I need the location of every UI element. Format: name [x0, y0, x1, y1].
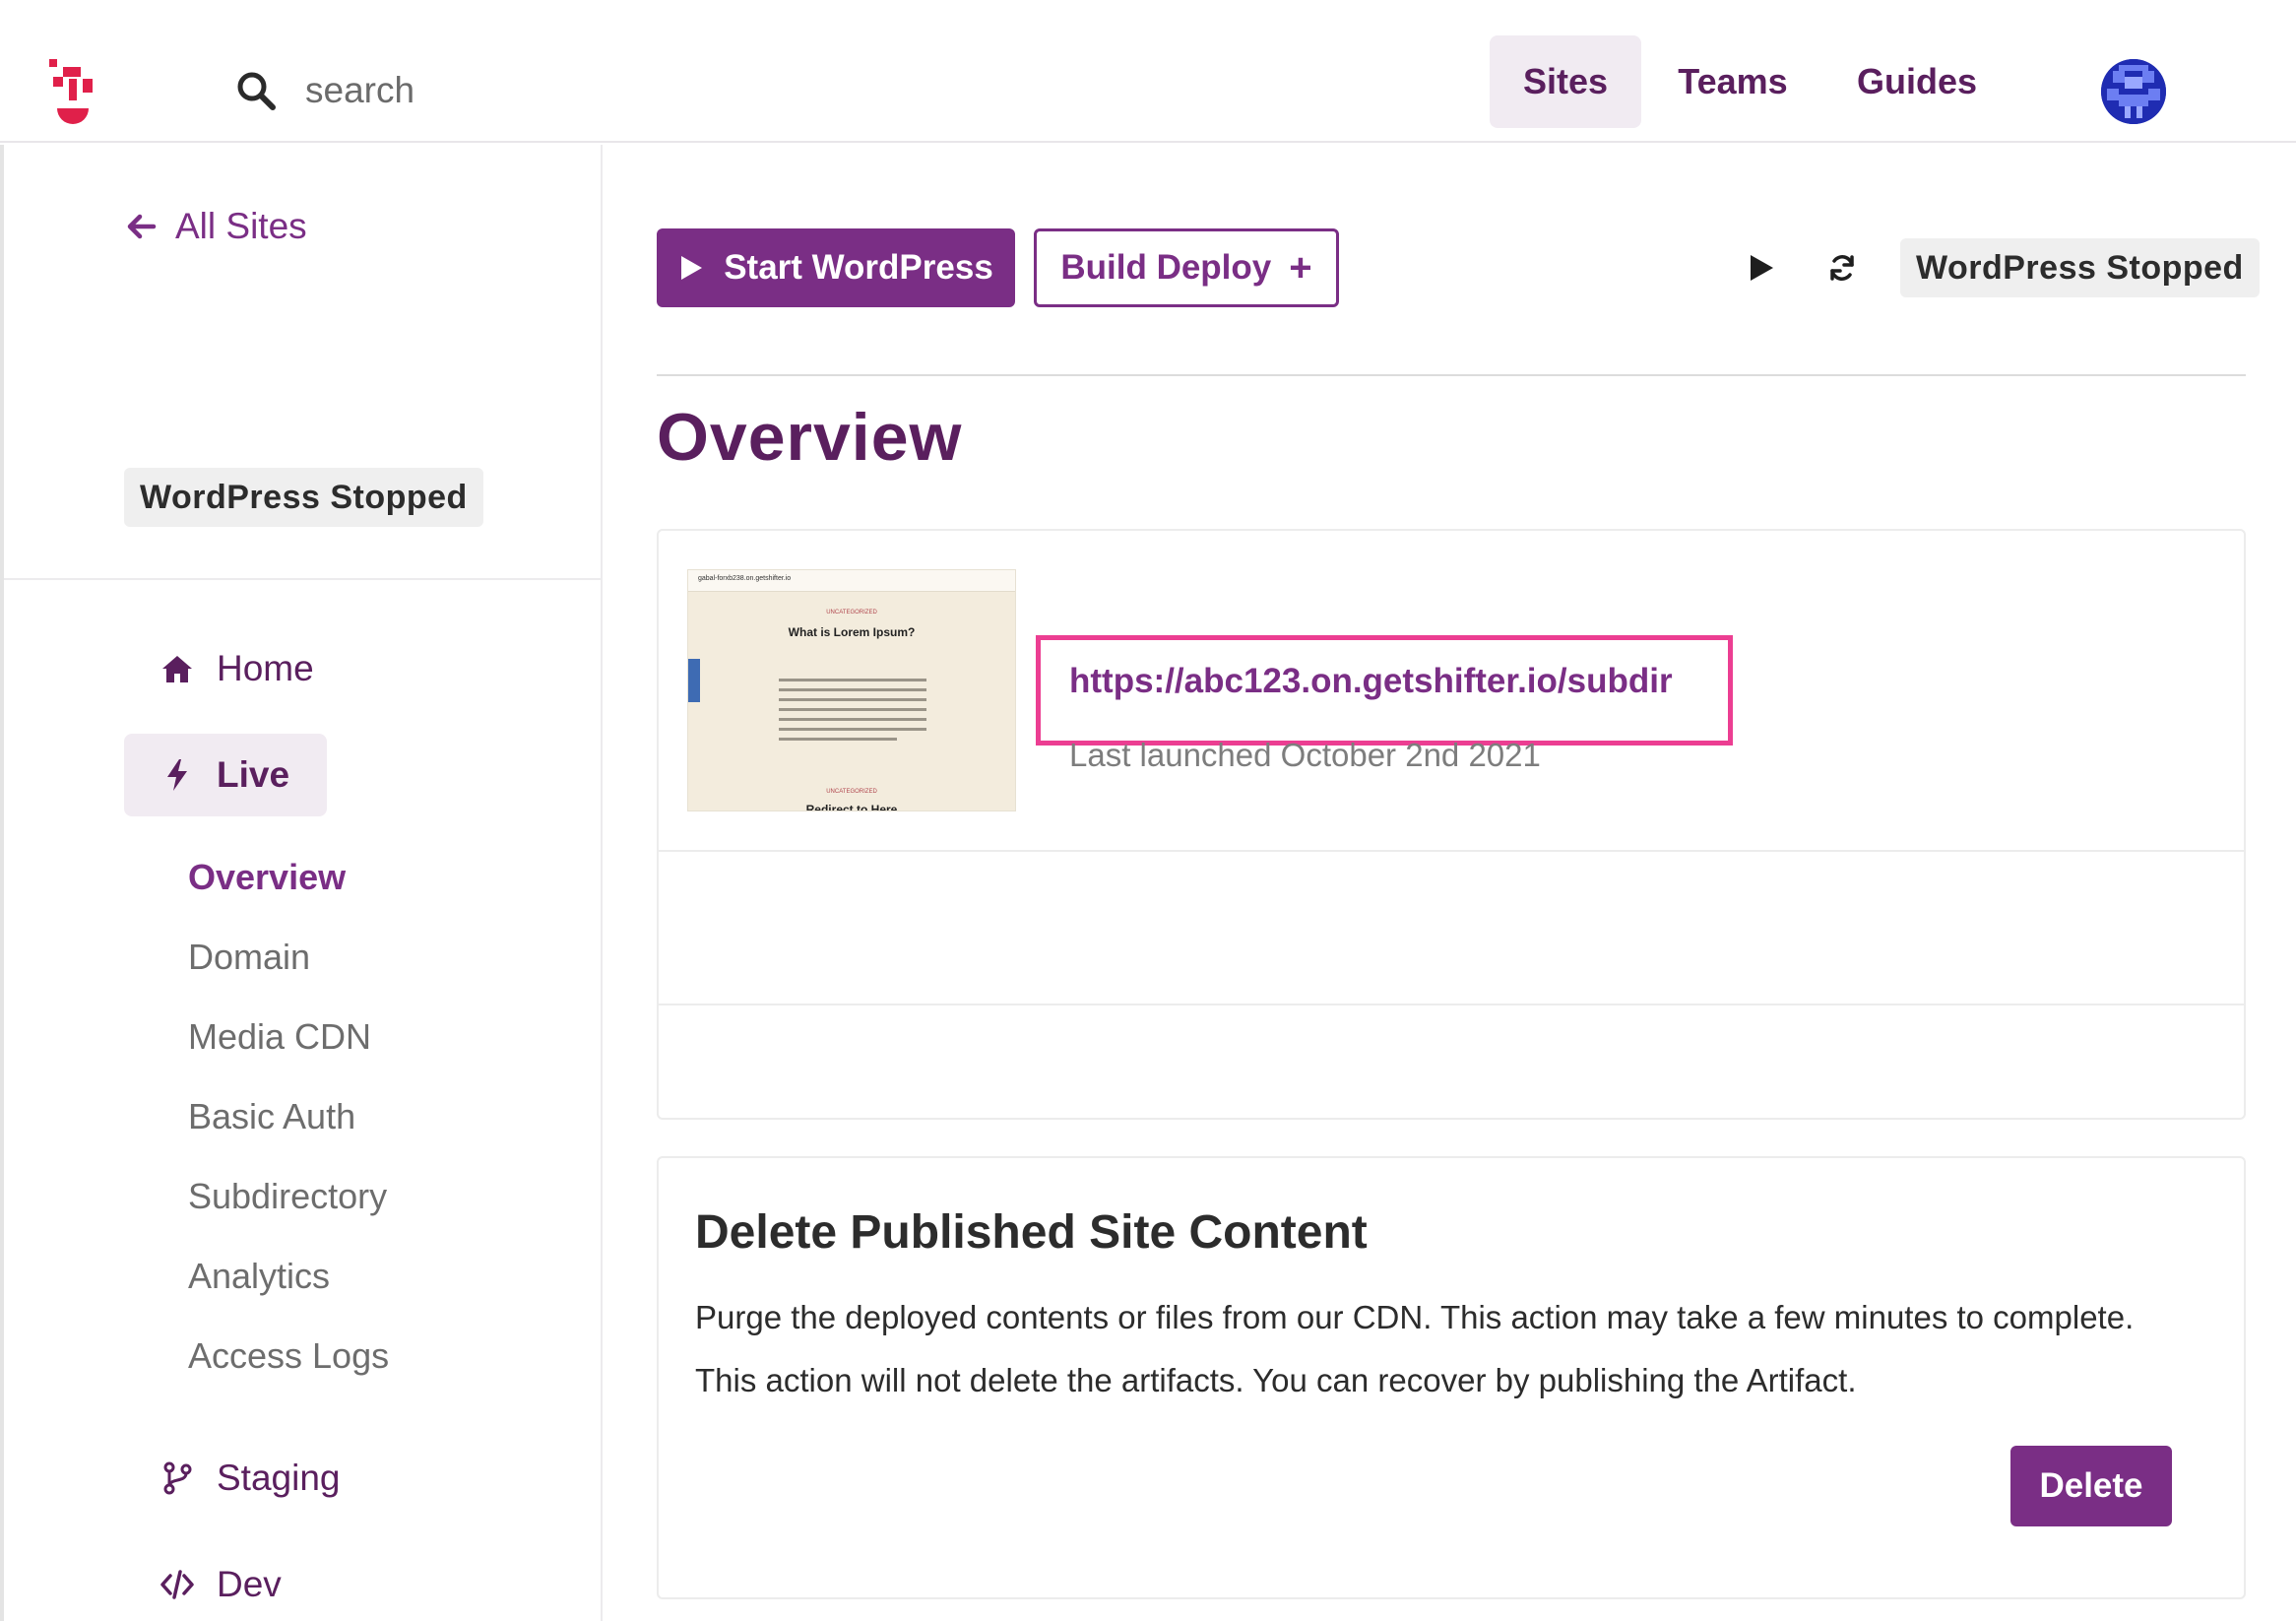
- sidebar-item-label: Home: [217, 648, 314, 688]
- bolt-icon: [167, 759, 187, 791]
- nav-guides[interactable]: Guides: [1831, 35, 2003, 128]
- toolbar-divider: [657, 374, 2246, 376]
- sidebar: All Sites WordPress Stopped Home Live Ov…: [0, 145, 603, 1621]
- thumbnail-text-line: [779, 708, 926, 711]
- nav-sites[interactable]: Sites: [1490, 35, 1641, 128]
- search-icon[interactable]: [236, 71, 276, 110]
- app-frame: Sites Teams Guides All Sites: [0, 0, 2296, 1621]
- last-launched-text: Last launched October 2nd 2021: [1069, 737, 1541, 773]
- thumbnail-header: gabal-forxb238.on.getshifter.io: [688, 570, 1015, 592]
- subnav-analytics[interactable]: Analytics: [188, 1252, 330, 1301]
- sidebar-item-live[interactable]: Live: [124, 734, 328, 816]
- thumbnail-text-line: [779, 679, 926, 681]
- wordpress-status-badge: WordPress Stopped: [124, 468, 483, 527]
- thumbnail-category: UNCATEGORIZED: [826, 610, 877, 616]
- sidebar-divider: [4, 578, 603, 580]
- subnav-media-cdn[interactable]: Media CDN: [188, 1012, 371, 1062]
- play-icon: [681, 256, 703, 280]
- sidebar-item-label: Live: [217, 754, 290, 795]
- thumbnail-text-line: [779, 728, 926, 731]
- all-sites-label: All Sites: [175, 206, 307, 246]
- start-wordpress-button[interactable]: Start WordPress: [657, 228, 1015, 307]
- card-divider: [659, 850, 2244, 852]
- sidebar-item-label: Dev: [217, 1564, 282, 1604]
- user-avatar[interactable]: [2101, 59, 2166, 124]
- code-icon: [160, 1570, 194, 1599]
- sidebar-item-dev[interactable]: Dev: [124, 1543, 319, 1621]
- subnav-subdirectory[interactable]: Subdirectory: [188, 1172, 387, 1221]
- sidebar-item-label: Staging: [217, 1458, 341, 1498]
- delete-description-line: Purge the deployed contents or files fro…: [695, 1299, 2135, 1335]
- site-url-link[interactable]: https://abc123.on.getshifter.io/subdir: [1069, 662, 1673, 701]
- page-title: Overview: [657, 400, 963, 475]
- thumbnail-text-line: [779, 718, 926, 721]
- subnav-basic-auth[interactable]: Basic Auth: [188, 1092, 355, 1141]
- play-icon[interactable]: [1745, 252, 1776, 284]
- delete-button[interactable]: Delete: [2010, 1446, 2172, 1526]
- shifter-logo[interactable]: [49, 59, 106, 130]
- delete-section-description: Purge the deployed contents or files fro…: [695, 1286, 2231, 1412]
- sidebar-item-home[interactable]: Home: [124, 627, 351, 710]
- build-deploy-button[interactable]: Build Deploy +: [1034, 228, 1339, 307]
- thumbnail-second-title: Redirect to Here: [805, 803, 898, 811]
- thumbnail-text-line: [779, 688, 926, 691]
- delete-description-line: This action will not delete the artifact…: [695, 1362, 1857, 1398]
- arrow-left-icon: [127, 214, 157, 239]
- refresh-icon[interactable]: [1826, 252, 1858, 284]
- thumbnail-text-line: [779, 698, 926, 701]
- start-wordpress-label: Start WordPress: [724, 248, 993, 287]
- home-icon: [162, 656, 192, 682]
- branch-icon: [163, 1461, 192, 1495]
- subnav-access-logs[interactable]: Access Logs: [188, 1331, 389, 1381]
- all-sites-link[interactable]: All Sites: [124, 202, 307, 251]
- wordpress-status-badge: WordPress Stopped: [1900, 238, 2260, 297]
- thumbnail-category: UNCATEGORIZED: [826, 789, 877, 795]
- search-input[interactable]: [305, 67, 699, 114]
- build-deploy-label: Build Deploy: [1060, 248, 1272, 287]
- avatar-pattern: [2101, 59, 2166, 124]
- thumbnail-side-tab: [688, 659, 700, 702]
- top-bar: Sites Teams Guides: [0, 0, 2296, 143]
- thumbnail-header-text: gabal-forxb238.on.getshifter.io: [698, 575, 792, 582]
- delete-section-title: Delete Published Site Content: [695, 1206, 1368, 1259]
- site-thumbnail[interactable]: gabal-forxb238.on.getshifter.io UNCATEGO…: [687, 569, 1016, 811]
- plus-icon: +: [1289, 245, 1312, 290]
- subnav-domain[interactable]: Domain: [188, 933, 310, 982]
- subnav-overview[interactable]: Overview: [188, 853, 346, 902]
- thumbnail-text-line: [779, 738, 897, 741]
- card-divider: [659, 1004, 2244, 1005]
- sidebar-item-staging[interactable]: Staging: [124, 1437, 378, 1520]
- thumbnail-post-title: What is Lorem Ipsum?: [788, 625, 916, 639]
- nav-teams[interactable]: Teams: [1654, 35, 1812, 128]
